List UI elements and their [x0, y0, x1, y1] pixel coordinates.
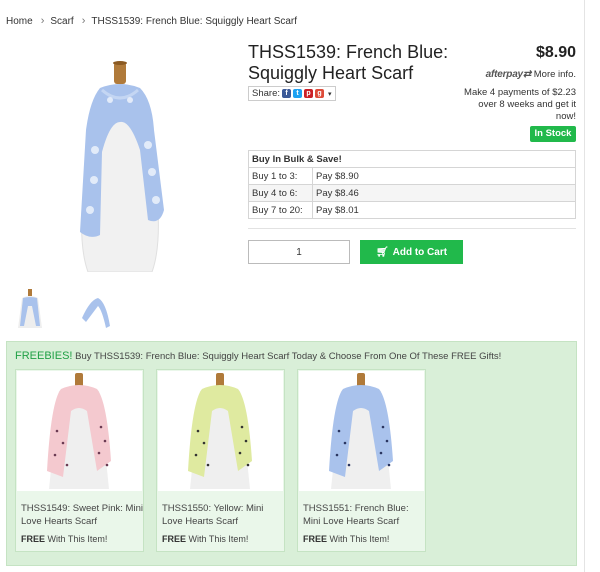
facebook-icon[interactable]: f: [282, 89, 291, 98]
freebie-free-text: FREE With This Item!: [303, 534, 389, 544]
freebies-text: Buy THSS1539: French Blue: Squiggly Hear…: [75, 351, 449, 362]
cart-icon: 🛒︎: [375, 246, 389, 258]
bulk-qty: Buy 7 to 20:: [248, 201, 313, 219]
bulk-price: Pay $8.46: [312, 184, 576, 202]
freebies-panel: FREEBIES! Buy THSS1539: French Blue: Squ…: [6, 341, 577, 566]
bulk-price: Pay $8.01: [312, 201, 576, 219]
afterpay-logo: afterpay: [485, 69, 524, 80]
free-word: FREE: [21, 534, 46, 544]
chevron-right-icon: ›: [40, 15, 45, 27]
table-row: Buy 7 to 20: Pay $8.01: [248, 201, 576, 219]
afterpay-arrows-icon: ⇄: [522, 69, 532, 80]
bulk-heading: Buy In Bulk & Save!: [248, 150, 576, 168]
product-main-image[interactable]: [60, 60, 180, 272]
add-to-cart-label: Add to Cart: [392, 246, 448, 258]
free-word: FREE: [303, 534, 328, 544]
add-to-cart-button[interactable]: 🛒︎ Add to Cart: [360, 240, 463, 264]
breadcrumb-home[interactable]: Home: [6, 16, 33, 27]
pinterest-icon[interactable]: p: [304, 89, 313, 98]
thumbnail-front[interactable]: [10, 288, 50, 334]
bulk-qty: Buy 4 to 6:: [248, 184, 313, 202]
freebie-card[interactable]: THSS1551: French Blue: Mini Love Hearts …: [297, 369, 426, 552]
freebie-free-text: FREE With This Item!: [162, 534, 248, 544]
freebie-image[interactable]: [158, 371, 283, 491]
freebies-text-end: Gifts!: [479, 351, 502, 362]
afterpay-description: Make 4 payments of $2.23 over 8 weeks an…: [464, 87, 576, 122]
caret-down-icon: ▾: [328, 90, 332, 98]
free-with: With This Item!: [329, 534, 390, 544]
page-right-border: [584, 0, 585, 572]
freebie-name[interactable]: THSS1551: French Blue: Mini Love Hearts …: [303, 502, 425, 528]
table-row: Buy 4 to 6: Pay $8.46: [248, 184, 576, 202]
bulk-qty: Buy 1 to 3:: [248, 167, 313, 185]
bulk-price: Pay $8.90: [312, 167, 576, 185]
free-with: With This Item!: [188, 534, 249, 544]
bulk-pricing-table: Buy In Bulk & Save! Buy 1 to 3: Pay $8.9…: [248, 150, 576, 219]
freebie-image[interactable]: [17, 371, 142, 491]
breadcrumb-category[interactable]: Scarf: [50, 16, 73, 27]
freebie-free-text: FREE With This Item!: [21, 534, 107, 544]
freebie-name[interactable]: THSS1550: Yellow: Mini Love Hearts Scarf: [162, 502, 284, 528]
breadcrumb: Home › Scarf › THSS1539: French Blue: Sq…: [6, 15, 297, 27]
freebie-card[interactable]: THSS1550: Yellow: Mini Love Hearts Scarf…: [156, 369, 285, 552]
stock-badge: In Stock: [530, 126, 576, 142]
free-with: With This Item!: [47, 534, 108, 544]
thumbnail-flat[interactable]: [76, 288, 116, 334]
twitter-icon[interactable]: t: [293, 89, 302, 98]
quantity-input[interactable]: [248, 240, 350, 264]
share-label: Share:: [252, 88, 280, 99]
freebie-card[interactable]: THSS1549: Sweet Pink: Mini Love Hearts S…: [15, 369, 144, 552]
free-word: FREE: [162, 534, 187, 544]
divider: [248, 228, 576, 229]
freebies-label: FREEBIES!: [15, 350, 73, 362]
afterpay-line: afterpay⇄ More info.: [462, 69, 576, 80]
product-title: THSS1539: French Blue: Squiggly Heart Sc…: [248, 42, 449, 83]
freebies-free-word: FREE: [451, 351, 477, 362]
afterpay-more-info-link[interactable]: More info.: [534, 69, 576, 80]
table-row: Buy 1 to 3: Pay $8.90: [248, 167, 576, 185]
freebie-image[interactable]: [299, 371, 424, 491]
thumbnail-strip: [10, 288, 116, 334]
freebies-heading: FREEBIES! Buy THSS1539: French Blue: Squ…: [15, 350, 501, 362]
product-price: $8.90: [535, 44, 576, 61]
freebie-name[interactable]: THSS1549: Sweet Pink: Mini Love Hearts S…: [21, 502, 143, 528]
share-dropdown[interactable]: Share: f t p g ▾: [248, 86, 336, 101]
google-plus-icon[interactable]: g: [315, 89, 324, 98]
freebie-list: THSS1549: Sweet Pink: Mini Love Hearts S…: [15, 369, 426, 552]
breadcrumb-current: THSS1539: French Blue: Squiggly Heart Sc…: [91, 15, 298, 27]
chevron-right-icon: ›: [81, 15, 86, 27]
